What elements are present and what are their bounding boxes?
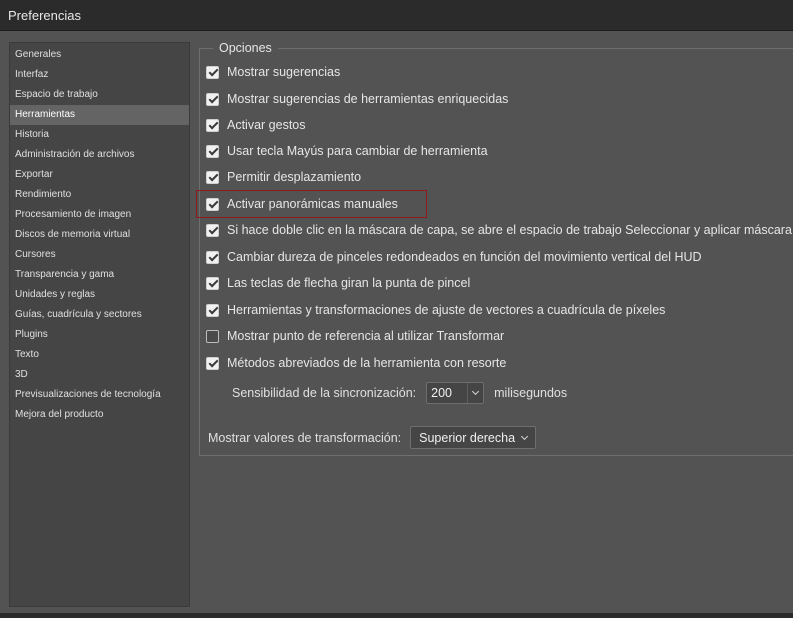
sensitivity-unit: milisegundos — [494, 386, 568, 400]
sidebar-item-11[interactable]: Transparencia y gama — [10, 265, 189, 285]
chevron-down-icon[interactable] — [467, 383, 483, 403]
option-checkbox[interactable] — [206, 303, 219, 317]
option-label[interactable]: Usar tecla Mayús para cambiar de herrami… — [227, 144, 488, 158]
sidebar-item-15[interactable]: Texto — [10, 345, 189, 365]
option-checkbox[interactable] — [206, 276, 219, 290]
chevron-down-icon[interactable] — [517, 428, 533, 448]
option-label[interactable]: Si hace doble clic en la máscara de capa… — [227, 223, 792, 237]
option-row[interactable]: Herramientas y transformaciones de ajust… — [206, 301, 665, 319]
option-row[interactable]: Usar tecla Mayús para cambiar de herrami… — [206, 142, 488, 160]
option-row[interactable]: Métodos abreviados de la herramienta con… — [206, 354, 506, 372]
title-bar: Preferencias — [0, 0, 793, 31]
option-checkbox[interactable] — [206, 250, 219, 264]
option-label[interactable]: Cambiar dureza de pinceles redondeados e… — [227, 250, 702, 264]
option-row[interactable]: Mostrar sugerencias — [206, 63, 340, 81]
sidebar-item-6[interactable]: Exportar — [10, 165, 189, 185]
transform-values-value[interactable]: Superior derecha — [419, 431, 515, 445]
option-label[interactable]: Mostrar sugerencias — [227, 65, 340, 79]
sidebar-list: Generales Interfaz Espacio de trabajo Herra… — [10, 45, 189, 425]
window-bottom-edge — [0, 613, 793, 618]
preferences-window: Preferencias Generales Interfaz Espacio de… — [0, 0, 793, 618]
transform-values-label: Mostrar valores de transformación: — [208, 430, 402, 445]
sidebar-item-12[interactable]: Unidades y reglas — [10, 285, 189, 305]
option-row[interactable]: Activar gestos — [206, 116, 306, 134]
sensitivity-row: Sensibilidad de la sincronización: 200 m… — [232, 382, 567, 404]
preferences-sidebar: Generales Interfaz Espacio de trabajo Herra… — [9, 42, 190, 607]
option-row[interactable]: Las teclas de flecha giran la punta de p… — [206, 274, 470, 292]
option-label[interactable]: Mostrar sugerencias de herramientas enri… — [227, 92, 508, 106]
sidebar-item-16[interactable]: 3D — [10, 365, 189, 385]
option-label[interactable]: Permitir desplazamiento — [227, 170, 361, 184]
option-checkbox[interactable] — [206, 356, 219, 370]
option-label[interactable]: Activar gestos — [227, 118, 306, 132]
option-checkbox[interactable] — [206, 144, 219, 158]
sidebar-item-14[interactable]: Plugins — [10, 325, 189, 345]
sidebar-item-1[interactable]: Interfaz — [10, 65, 189, 85]
sidebar-item-8[interactable]: Procesamiento de imagen — [10, 205, 189, 225]
option-row[interactable]: Si hace doble clic en la máscara de capa… — [206, 221, 792, 239]
option-checkbox[interactable] — [206, 65, 219, 79]
option-row[interactable]: Cambiar dureza de pinceles redondeados e… — [206, 248, 702, 266]
option-row[interactable]: Mostrar sugerencias de herramientas enri… — [206, 90, 508, 108]
option-label[interactable]: Las teclas de flecha giran la punta de p… — [227, 276, 470, 290]
options-legend: Opciones — [213, 41, 278, 55]
sidebar-item-2[interactable]: Espacio de trabajo — [10, 85, 189, 105]
sidebar-item-0[interactable]: Generales — [10, 45, 189, 65]
option-label[interactable]: Herramientas y transformaciones de ajust… — [227, 303, 665, 317]
sidebar-item-4[interactable]: Historia — [10, 125, 189, 145]
option-checkbox[interactable] — [206, 118, 219, 132]
option-checkbox[interactable] — [206, 329, 219, 343]
sidebar-item-18[interactable]: Mejora del producto — [10, 405, 189, 425]
transform-values-row: Mostrar valores de transformación: Super… — [208, 426, 537, 449]
sensitivity-combo[interactable]: 200 — [426, 382, 485, 404]
sidebar-item-9[interactable]: Discos de memoria virtual — [10, 225, 189, 245]
sidebar-item-10[interactable]: Cursores — [10, 245, 189, 265]
option-checkbox[interactable] — [206, 223, 219, 237]
sidebar-item-5[interactable]: Administración de archivos — [10, 145, 189, 165]
transform-values-select[interactable]: Superior derecha — [410, 426, 537, 449]
highlight-annotation — [196, 190, 427, 218]
sidebar-item-13[interactable]: Guías, cuadrícula y sectores — [10, 305, 189, 325]
sensitivity-label: Sensibilidad de la sincronización: — [232, 386, 417, 400]
option-label[interactable]: Métodos abreviados de la herramienta con… — [227, 356, 506, 370]
option-row[interactable]: Permitir desplazamiento — [206, 168, 361, 186]
option-label[interactable]: Mostrar punto de referencia al utilizar … — [227, 329, 504, 343]
sidebar-item-3[interactable]: Herramientas — [10, 105, 189, 125]
window-title: Preferencias — [8, 8, 81, 23]
sidebar-item-7[interactable]: Rendimiento — [10, 185, 189, 205]
sidebar-item-17[interactable]: Previsualizaciones de tecnología — [10, 385, 189, 405]
option-checkbox[interactable] — [206, 170, 219, 184]
option-checkbox[interactable] — [206, 92, 219, 106]
sensitivity-value[interactable]: 200 — [431, 386, 452, 400]
option-row[interactable]: Mostrar punto de referencia al utilizar … — [206, 327, 504, 345]
